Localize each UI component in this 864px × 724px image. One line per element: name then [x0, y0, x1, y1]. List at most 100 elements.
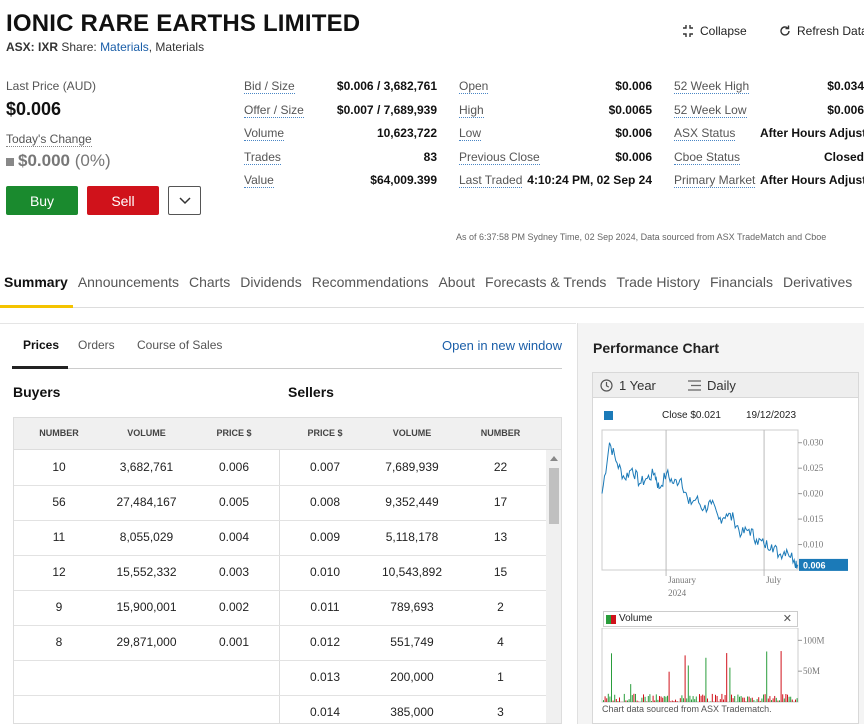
- volume-bar: [630, 684, 632, 702]
- stat-label[interactable]: High: [459, 103, 484, 118]
- col-sell-price: PRICE $: [307, 428, 343, 438]
- volume-bar: [764, 694, 766, 702]
- sector-text: Materials: [155, 40, 205, 54]
- current-price-label: 0.006: [803, 560, 826, 570]
- volume-bar: [606, 698, 608, 702]
- refresh-label: Refresh Data: [797, 24, 864, 38]
- buy-volume-cell: 27,484,167: [116, 495, 177, 509]
- subtab-course-of-sales[interactable]: Course of Sales: [137, 338, 222, 352]
- period-selector[interactable]: 1 Year: [600, 378, 656, 393]
- tab-trade-history[interactable]: Trade History: [611, 265, 705, 308]
- price-chart[interactable]: 0.030 0.025 0.020 0.015 0.010 January 2024 July…: [600, 428, 852, 604]
- share-label: Share:: [61, 40, 97, 54]
- volume-bar: [705, 657, 707, 702]
- volume-bar: [782, 694, 784, 702]
- stat-label[interactable]: Volume: [244, 126, 285, 141]
- volume-bar: [791, 699, 793, 702]
- col-buy-number: NUMBER: [39, 428, 79, 438]
- volume-bar: [614, 694, 616, 702]
- stat-label[interactable]: Primary Market: [674, 173, 756, 188]
- tab-announcements[interactable]: Announcements: [73, 265, 184, 308]
- exchange-code: ASX: IXR: [6, 40, 59, 54]
- stat-label[interactable]: Offer / Size: [244, 103, 304, 118]
- sell-volume-cell: 5,118,178: [385, 530, 439, 544]
- refresh-data-button[interactable]: Refresh Data: [779, 24, 864, 38]
- y-tick-label: 0.015: [803, 514, 824, 524]
- open-in-new-window-link[interactable]: Open in new window: [442, 338, 562, 353]
- buy-number-cell: 11: [52, 530, 66, 544]
- stat-label[interactable]: 52 Week Low: [674, 103, 747, 118]
- sell-number-cell: 22: [493, 460, 508, 474]
- col-buy-volume: VOLUME: [127, 428, 166, 438]
- stat-label[interactable]: Previous Close: [459, 150, 540, 165]
- volume-bar: [635, 693, 636, 702]
- market-depth-scrollbar[interactable]: [546, 450, 561, 723]
- stat-label[interactable]: Open: [459, 79, 489, 94]
- sell-button[interactable]: Sell: [87, 186, 159, 215]
- stat-label[interactable]: ASX Status: [674, 126, 736, 141]
- volume-bar: [748, 696, 750, 702]
- tab-derivatives[interactable]: Derivatives: [778, 265, 857, 308]
- buy-button[interactable]: Buy: [6, 186, 78, 215]
- subtab-orders[interactable]: Orders: [78, 338, 115, 352]
- stat-label[interactable]: Low: [459, 126, 482, 141]
- collapse-icon: [683, 25, 693, 37]
- sell-volume-cell: 551,749: [390, 635, 434, 649]
- volume-chart[interactable]: 100M 50M: [600, 628, 852, 704]
- buy-volume-cell: 29,871,000: [116, 635, 177, 649]
- stat-value: $0.006 / 3,682,761: [336, 79, 437, 93]
- close-volume-icon[interactable]: ✕: [783, 612, 792, 625]
- market-depth-header: NUMBER VOLUME PRICE $ PRICE $ VOLUME NUM…: [14, 418, 561, 450]
- volume-bar: [686, 698, 688, 702]
- stat-label[interactable]: 52 Week High: [674, 79, 750, 94]
- col-sell-number: NUMBER: [480, 428, 521, 438]
- unchanged-square-icon: [6, 157, 14, 166]
- sell-price-cell: 0.009: [309, 530, 341, 544]
- volume-bar: [694, 699, 696, 702]
- volume-bar: [723, 699, 724, 702]
- y-tick-label: 0.025: [803, 463, 824, 473]
- stat-value: $64,009.399: [370, 173, 437, 187]
- volume-bar: [659, 696, 660, 702]
- volume-bar: [670, 701, 672, 702]
- volume-bar: [702, 694, 704, 702]
- collapse-button[interactable]: Collapse: [682, 24, 747, 38]
- volume-bar: [703, 695, 705, 702]
- market-depth-table: NUMBER VOLUME PRICE $ PRICE $ VOLUME NUM…: [13, 417, 562, 724]
- tab-recommendations[interactable]: Recommendations: [307, 265, 434, 308]
- tab-charts[interactable]: Charts: [184, 265, 235, 308]
- subtab-prices[interactable]: Prices: [23, 338, 59, 352]
- stat-label[interactable]: Bid / Size: [244, 79, 295, 94]
- buy-number-cell: 9: [55, 600, 63, 614]
- tab-dividends[interactable]: Dividends: [235, 265, 306, 308]
- tab-about[interactable]: About: [433, 265, 480, 308]
- close-series-swatch: [604, 411, 613, 420]
- interval-selector[interactable]: Daily: [688, 378, 736, 393]
- scroll-thumb[interactable]: [549, 468, 559, 524]
- stat-label[interactable]: Last Traded: [459, 173, 523, 188]
- volume-bar: [772, 698, 774, 702]
- volume-bar: [627, 700, 628, 702]
- sell-number-cell: 1: [497, 670, 504, 684]
- more-options-button[interactable]: [168, 186, 201, 215]
- stat-label[interactable]: Trades: [244, 150, 281, 165]
- stat-label[interactable]: Value: [244, 173, 274, 188]
- volume-bar: [684, 655, 686, 702]
- tab-forecasts-trends[interactable]: Forecasts & Trends: [480, 265, 611, 308]
- row-divider: [14, 555, 546, 556]
- tab-financials[interactable]: Financials: [705, 265, 778, 308]
- y-tick-label: 0.020: [803, 489, 824, 499]
- buy-price-cell: 0.004: [218, 530, 250, 544]
- legend-date: 19/12/2023: [746, 410, 797, 421]
- tab-summary[interactable]: Summary: [0, 265, 73, 308]
- volume-bar: [667, 695, 668, 702]
- stat-value: $0.006: [615, 79, 652, 93]
- todays-change-value: $0.000 (0%): [6, 151, 111, 171]
- volume-bar: [663, 696, 665, 702]
- sector-link[interactable]: Materials: [100, 40, 149, 54]
- volume-bar: [751, 697, 753, 702]
- stat-label[interactable]: Cboe Status: [674, 150, 741, 165]
- todays-change-label[interactable]: Today's Change: [6, 132, 92, 147]
- scroll-up-icon[interactable]: [550, 456, 558, 461]
- volume-bar: [785, 694, 787, 702]
